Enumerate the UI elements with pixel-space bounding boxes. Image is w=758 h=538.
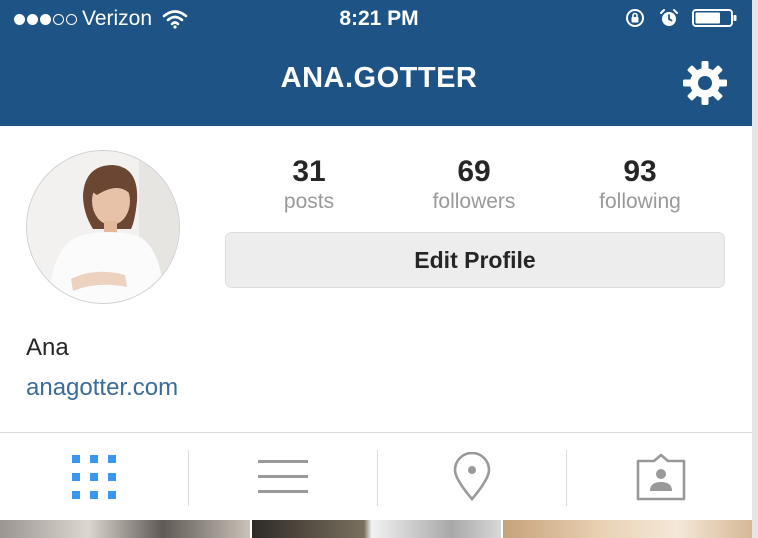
profile-avatar[interactable] (26, 150, 180, 304)
posts-count: 31 (292, 155, 326, 188)
tab-location[interactable] (378, 433, 566, 521)
posts-label: posts (283, 190, 335, 213)
list-icon (258, 460, 308, 493)
status-icons (624, 7, 738, 29)
tab-list[interactable] (189, 433, 377, 521)
rotation-lock-icon (626, 9, 644, 27)
photo-grid (0, 520, 752, 538)
photo-thumbnail[interactable] (252, 520, 501, 538)
grid-icon (72, 455, 116, 499)
followers-stat[interactable]: 69 followers (389, 155, 559, 215)
photo-thumbnail[interactable] (503, 520, 752, 538)
followers-label: followers (432, 190, 516, 213)
tab-tagged[interactable] (567, 433, 755, 521)
photo-thumbnail[interactable] (0, 520, 250, 538)
location-pin-icon (453, 452, 491, 501)
alarm-icon (660, 9, 678, 26)
profile-name: Ana (26, 334, 69, 361)
followers-count: 69 (457, 155, 491, 188)
following-count: 93 (623, 155, 657, 188)
edit-profile-button[interactable]: Edit Profile (225, 232, 725, 288)
profile-tab-bar (0, 432, 752, 520)
battery-icon (692, 9, 737, 27)
profile-website-link[interactable]: anagotter.com (26, 374, 178, 402)
following-stat[interactable]: 93 following (555, 155, 725, 215)
following-label: following (599, 190, 681, 213)
profile-photo (27, 151, 179, 303)
page-title: ANA.GOTTER (280, 62, 478, 94)
tab-grid[interactable] (0, 433, 188, 521)
tagged-photos-icon (636, 453, 686, 501)
gear-icon[interactable] (682, 60, 728, 106)
posts-stat[interactable]: 31 posts (224, 155, 394, 215)
